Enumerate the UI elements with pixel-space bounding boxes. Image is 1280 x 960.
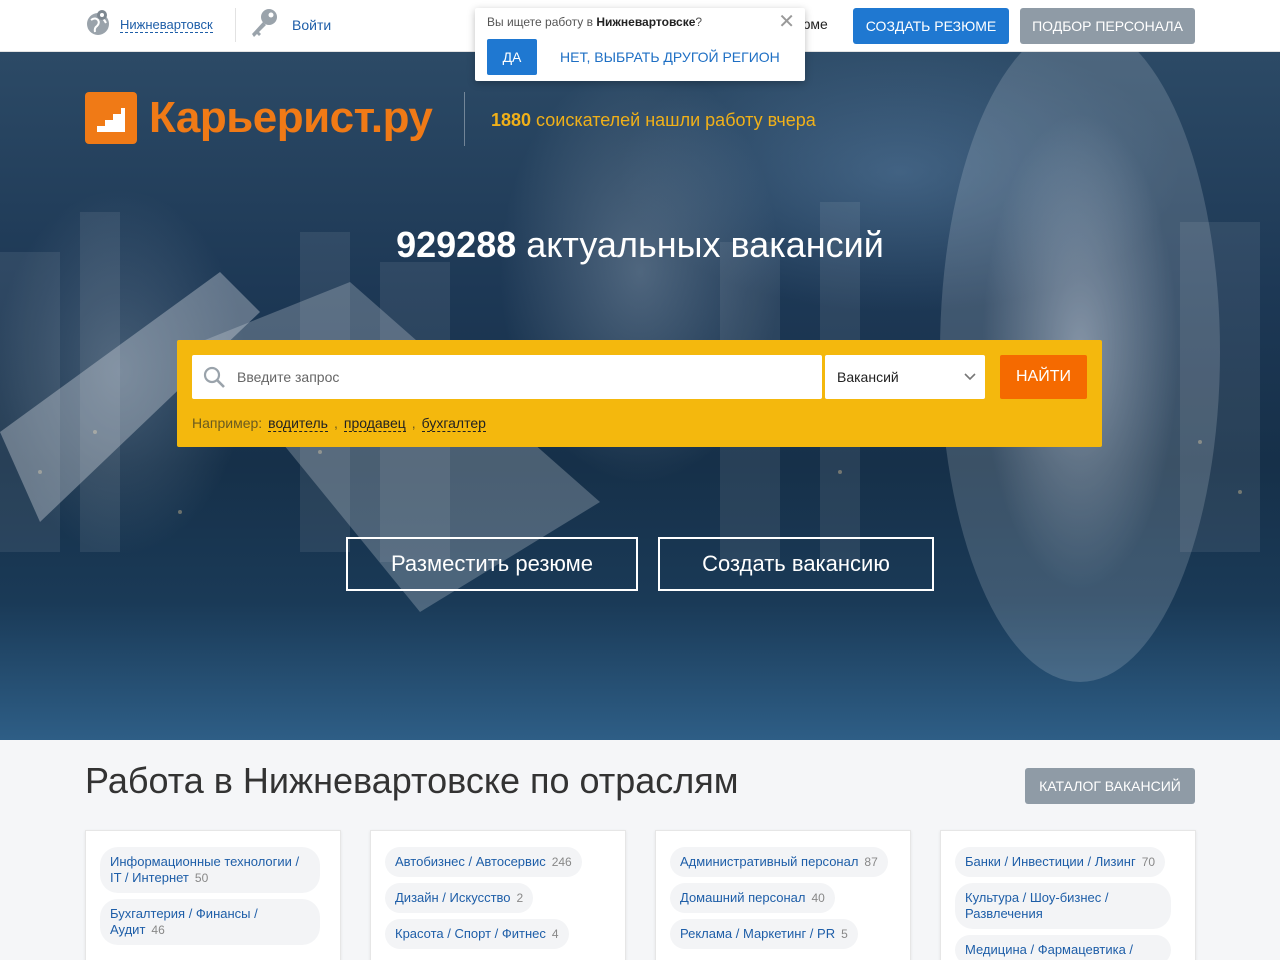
find-button[interactable]: НАЙТИ [1000,355,1087,399]
search-field[interactable] [192,355,822,399]
search-examples: Например: водитель, продавец, бухгалтер [192,415,486,432]
city-link[interactable]: Нижневартовск [120,17,213,33]
city-selector[interactable]: Нижневартовск [84,9,213,41]
sector-link[interactable]: Домашний персонал 40 [670,883,835,913]
sectors-title: Работа в Нижневартовске по отраслям [85,760,739,801]
sector-link[interactable]: Банки / Инвестиции / Лизинг 70 [955,847,1166,877]
search-panel: Вакансий НАЙТИ Например: водитель, прода… [177,340,1102,447]
sector-card: Информационные технологии / IT / Интерне… [85,830,341,960]
region-confirm-popup: Вы ищете работу в Нижневартовске? ✕ ДА Н… [475,8,805,81]
sector-link[interactable]: Медицина / Фармацевтика / [955,935,1171,960]
search-icon [202,365,226,394]
staff-search-button[interactable]: ПОДБОР ПЕРСОНАЛА [1020,8,1195,44]
search-type-select[interactable]: Вакансий [825,355,985,399]
example-link[interactable]: бухгалтер [421,416,486,432]
sector-card: Банки / Инвестиции / Лизинг 70 Культура /… [940,830,1196,960]
sector-link[interactable]: Дизайн / Искусство 2 [385,883,534,913]
login-link-group[interactable]: Войти [248,8,331,42]
logo-text: Карьерист.ру [149,93,433,142]
close-icon[interactable]: ✕ [778,12,795,32]
vacancy-catalog-button[interactable]: КАТАЛОГ ВАКАНСИЙ [1025,768,1195,804]
example-link[interactable]: водитель [268,416,328,432]
region-choose-other-link[interactable]: НЕТ, ВЫБРАТЬ ДРУГОЙ РЕГИОН [560,49,780,65]
chevron-down-icon [963,369,977,388]
tagline: 1880 соискателей нашли работу вчера [491,110,816,130]
sector-card: Автобизнес / Автосервис 246 Дизайн / Иску… [370,830,626,960]
region-yes-button[interactable]: ДА [487,39,537,75]
vacancies-headline: 929288 актуальных вакансий [396,224,884,265]
login-link[interactable]: Войти [292,17,331,33]
example-link[interactable]: продавец [343,416,406,432]
sector-link[interactable]: Красота / Спорт / Фитнес 4 [385,919,569,949]
sector-link[interactable]: Культура / Шоу-бизнес / Развлечения [955,883,1171,929]
search-input[interactable] [237,355,817,399]
create-vacancy-button[interactable]: Создать вакансию [658,537,934,591]
logo-icon [85,92,137,144]
sector-link[interactable]: Информационные технологии / IT / Интерне… [100,847,320,893]
divider [235,8,236,42]
post-resume-button[interactable]: Разместить резюме [346,537,638,591]
sector-link[interactable]: Автобизнес / Автосервис 246 [385,847,582,877]
examples-label: Например: [192,415,263,431]
create-resume-button[interactable]: СОЗДАТЬ РЕЗЮМЕ [853,8,1009,44]
sector-link[interactable]: Бухгалтерия / Финансы / Аудит 46 [100,899,320,945]
globe-pin-icon [84,8,114,43]
hero-banner: Карьерист.ру 1880 соискателей нашли рабо… [0,52,1280,740]
sector-card: Административный персонал 87 Домашний пер… [655,830,911,960]
region-question: Вы ищете работу в Нижневартовске? [487,15,703,29]
select-value: Вакансий [837,369,899,385]
key-icon [248,7,280,44]
sector-link[interactable]: Реклама / Маркетинг / PR 5 [670,919,858,949]
site-logo[interactable]: Карьерист.ру [85,92,433,144]
sector-link[interactable]: Административный персонал 87 [670,847,888,877]
divider [464,92,465,146]
